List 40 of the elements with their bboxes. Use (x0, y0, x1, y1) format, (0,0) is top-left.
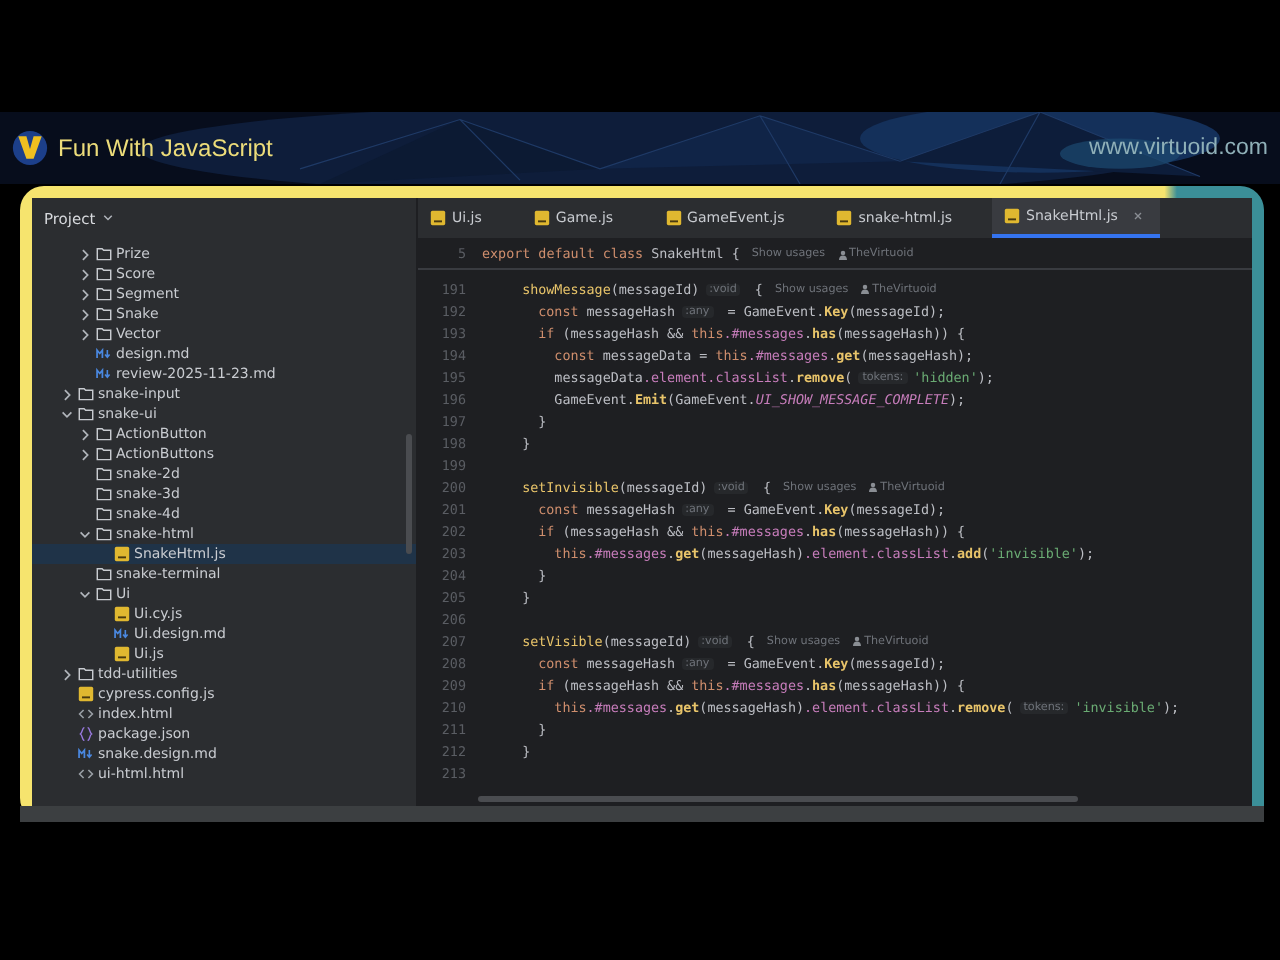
code-file-icon (78, 706, 94, 722)
chevron-icon[interactable] (78, 427, 92, 441)
chevron-icon[interactable] (60, 407, 74, 421)
chevron-icon[interactable] (101, 212, 114, 224)
js-file-icon (114, 546, 130, 562)
chevron-icon[interactable] (78, 247, 92, 261)
js-file-icon (114, 646, 130, 662)
channel-title: Fun With JavaScript (58, 134, 273, 162)
chevron-icon[interactable] (78, 287, 92, 301)
js-file-icon (836, 210, 853, 226)
folder-icon (78, 666, 94, 682)
json-file-icon (78, 726, 94, 742)
chevron-icon[interactable] (60, 667, 74, 681)
chevron-icon[interactable] (60, 387, 74, 401)
js-file-icon (1004, 208, 1021, 224)
scrollbar[interactable] (406, 434, 412, 554)
person-icon (868, 482, 879, 492)
markdown-file-icon (96, 366, 112, 382)
logo-icon (12, 130, 48, 166)
js-file-icon (665, 210, 682, 226)
chevron-icon[interactable] (78, 267, 92, 281)
chevron-icon[interactable] (78, 587, 92, 601)
chevron-icon[interactable] (78, 307, 92, 321)
markdown-file-icon (96, 346, 112, 362)
code-file-icon (78, 766, 94, 782)
js-file-icon (78, 686, 94, 702)
chevron-icon[interactable] (78, 447, 92, 461)
website-url: www.virtuoid.com (1089, 136, 1268, 160)
markdown-file-icon (114, 626, 130, 642)
js-file-icon (533, 210, 550, 226)
person-icon (860, 284, 871, 294)
js-file-icon (430, 210, 446, 226)
scrollbar[interactable] (478, 796, 1078, 802)
markdown-file-icon (78, 746, 94, 762)
close-icon[interactable] (1131, 210, 1144, 222)
chevron-icon[interactable] (78, 527, 92, 541)
person-icon (837, 249, 848, 259)
chevron-icon[interactable] (78, 327, 92, 341)
js-file-icon (114, 606, 130, 622)
person-icon (852, 636, 863, 646)
